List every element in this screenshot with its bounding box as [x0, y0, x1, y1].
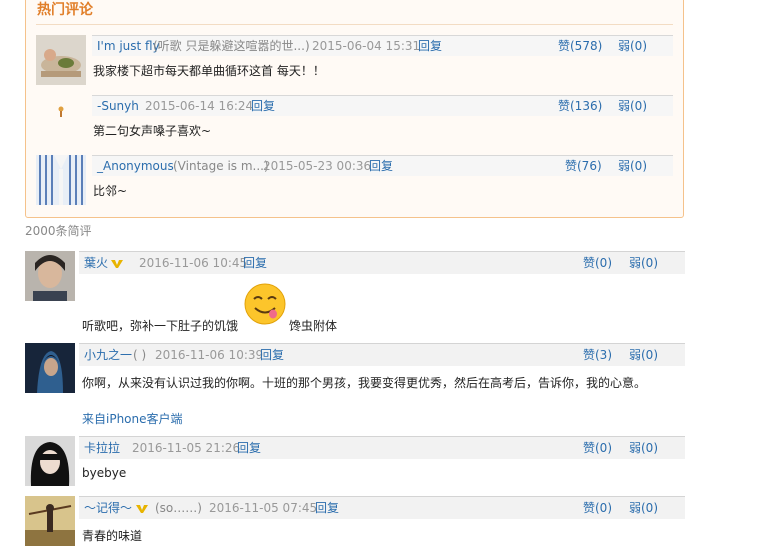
like-button[interactable]: 赞(578) [558, 36, 602, 56]
avatar[interactable] [36, 155, 86, 205]
comment-text: 听歌吧，弥补一下肚子的饥饿 [82, 317, 238, 334]
comment-meta-bar: 葉火 2016-11-06 10:45 回复 赞(0) 弱(0) [79, 251, 685, 274]
comment-time: 2016-11-05 21:26 [132, 441, 241, 455]
reply-link[interactable]: 回复 [237, 437, 261, 459]
like-button[interactable]: 赞(76) [565, 156, 602, 176]
username-link[interactable]: I'm just fly [97, 36, 160, 56]
reply-link[interactable]: 回复 [243, 252, 267, 274]
like-button[interactable]: 赞(0) [583, 252, 612, 274]
reply-link[interactable]: 回复 [260, 344, 284, 366]
reply-link[interactable]: 回复 [369, 156, 393, 176]
comment-meta-bar: 卡拉拉 2016-11-05 21:26 回复 赞(0) 弱(0) [79, 436, 685, 459]
comment-meta-bar: I'm just fly (听歌 只是躲避这喧嚣的世...) 2015-06-0… [92, 35, 673, 56]
comment-time: 2016-11-06 10:45 [139, 256, 248, 270]
comment: ～记得～ (so……) 2016-11-05 07:45 回复 赞(0) 弱(0… [25, 496, 685, 552]
username-link[interactable]: ～记得～ [84, 497, 132, 519]
username-link[interactable]: 葉火 [84, 252, 108, 274]
comment-text: byebye [82, 466, 127, 480]
username-link[interactable]: _Anonymous [97, 156, 174, 176]
comment-text: 我家楼下超市每天都单曲循环这首 每天！！ [93, 64, 325, 78]
dislike-button[interactable]: 弱(0) [629, 497, 658, 519]
like-button[interactable]: 赞(3) [583, 344, 612, 366]
comment-text: 青春的味道 [82, 529, 143, 543]
vip-badge-icon [136, 497, 148, 519]
dislike-button[interactable]: 弱(0) [629, 252, 658, 274]
like-button[interactable]: 赞(136) [558, 96, 602, 116]
like-button[interactable]: 赞(0) [583, 437, 612, 459]
comment-text: 比邻~ [93, 184, 128, 198]
comment-time: 2016-11-06 10:39 [155, 348, 264, 362]
avatar[interactable] [25, 343, 75, 393]
comment-time: 2016-11-05 07:45 [209, 501, 318, 515]
divider [36, 24, 673, 25]
avatar[interactable] [25, 496, 75, 546]
comment-text: 你啊，从来没有认识过我的你啊。十班的那个男孩，我要变得更优秀，然后在高考后，告诉… [82, 376, 647, 390]
avatar[interactable] [36, 35, 86, 85]
vip-badge-icon [111, 252, 123, 274]
source-client-link[interactable]: 来自iPhone客户端 [82, 410, 183, 427]
comment-text-before: 听歌吧，弥补一下肚子的饥饿 [82, 319, 239, 333]
username-link[interactable]: 小九之一 [84, 344, 132, 366]
hot-comment: _Anonymous (Vintage is m...) 2015-05-23 … [36, 155, 673, 211]
user-signature: ( ) [133, 348, 147, 362]
like-button[interactable]: 赞(0) [583, 497, 612, 519]
dislike-button[interactable]: 弱(0) [618, 156, 647, 176]
dislike-button[interactable]: 弱(0) [618, 36, 647, 56]
reply-link[interactable]: 回复 [315, 497, 339, 519]
comment: 卡拉拉 2016-11-05 21:26 回复 赞(0) 弱(0) byebye [25, 436, 685, 494]
comment-text-after: 馋虫附体 [289, 319, 338, 333]
comment-meta-bar: -Sunyh 2015-06-14 16:24 回复 赞(136) 弱(0) [92, 95, 673, 116]
comment: 葉火 2016-11-06 10:45 回复 赞(0) 弱(0) 听歌吧，弥补一… [25, 251, 685, 341]
comment-count-label: 2000条简评 [25, 224, 92, 238]
comment-meta-bar: 小九之一 ( ) 2016-11-06 10:39 回复 赞(3) 弱(0) [79, 343, 685, 366]
dislike-button[interactable]: 弱(0) [629, 437, 658, 459]
hot-comments-title: 热门评论 [37, 2, 93, 18]
dislike-button[interactable]: 弱(0) [629, 344, 658, 366]
dislike-button[interactable]: 弱(0) [618, 96, 647, 116]
avatar[interactable] [25, 436, 75, 486]
comment-text: 第二句女声嗓子喜欢~ [93, 124, 212, 138]
hot-comment: -Sunyh 2015-06-14 16:24 回复 赞(136) 弱(0) 第… [36, 95, 673, 151]
hot-comments-panel: 热门评论 I'm just fly (听歌 只是躲避这喧嚣的世...) 2015… [25, 0, 684, 218]
avatar[interactable] [25, 251, 75, 301]
reply-link[interactable]: 回复 [418, 36, 442, 56]
comment-time: 2015-06-14 16:24 [145, 99, 254, 113]
comment-time: 2015-06-04 15:31 [312, 39, 421, 53]
comment: 小九之一 ( ) 2016-11-06 10:39 回复 赞(3) 弱(0) 你… [25, 343, 685, 433]
comment-meta-bar: _Anonymous (Vintage is m...) 2015-05-23 … [92, 155, 673, 176]
avatar[interactable] [36, 95, 86, 145]
user-signature: (so……) [155, 501, 202, 515]
reply-link[interactable]: 回复 [251, 96, 275, 116]
username-link[interactable]: -Sunyh [97, 96, 139, 116]
comment-time: 2015-05-23 00:36 [263, 159, 372, 173]
user-signature: (Vintage is m...) [173, 159, 269, 173]
username-link[interactable]: 卡拉拉 [84, 437, 120, 459]
comment-meta-bar: ～记得～ (so……) 2016-11-05 07:45 回复 赞(0) 弱(0… [79, 496, 685, 519]
user-signature: (听歌 只是躲避这喧嚣的世...) [153, 39, 310, 53]
drooling-emoji-icon [243, 282, 287, 326]
hot-comment: I'm just fly (听歌 只是躲避这喧嚣的世...) 2015-06-0… [36, 35, 673, 91]
